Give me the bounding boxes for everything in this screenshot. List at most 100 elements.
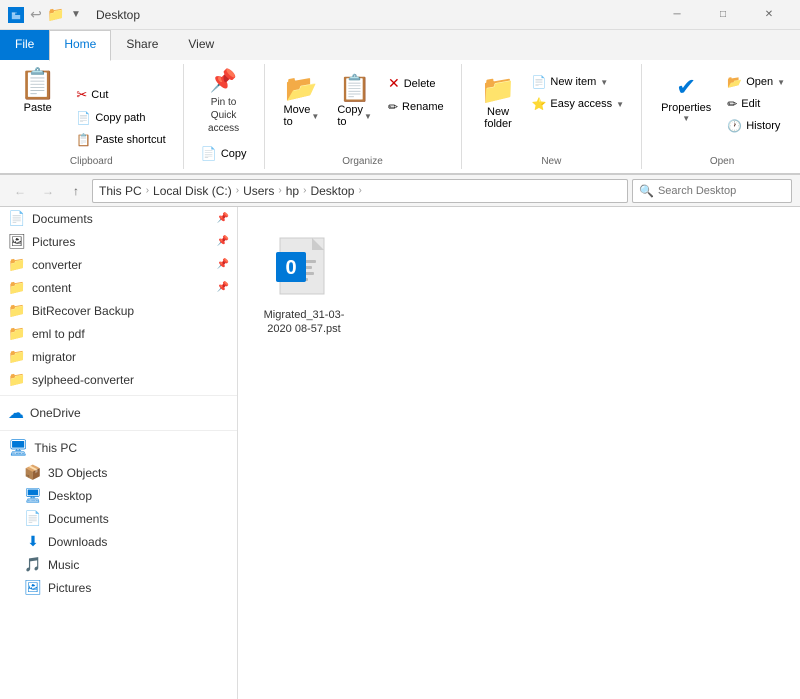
- clipboard-group: 📋 Paste ✂ Cut 📄 Copy path 📋 Paste shortc…: [0, 64, 184, 169]
- copy-icon: 📄: [201, 146, 217, 162]
- sidebar-item-label: This PC: [34, 441, 77, 455]
- copy-to-chevron-icon: ▼: [364, 112, 372, 121]
- window-title: Desktop: [96, 8, 140, 22]
- path-segment-users[interactable]: Users: [243, 184, 274, 198]
- easy-access-button[interactable]: ⭐ Easy access ▼: [526, 94, 629, 114]
- folder-icon: 📁: [8, 256, 26, 273]
- rename-icon: ✏: [388, 100, 398, 114]
- sidebar-item-documents-pinned[interactable]: 📄 Documents 📌: [0, 207, 237, 230]
- sidebar-item-pictures-thispc[interactable]: 🖼 Pictures: [0, 576, 237, 599]
- pin-to-quick-access-button[interactable]: 📌 Pin to Quickaccess: [192, 64, 256, 139]
- pin-indicator-icon: 📌: [217, 213, 229, 224]
- properties-button[interactable]: ✔ Properties ▼: [654, 68, 718, 128]
- sidebar-item-label: Pictures: [48, 581, 229, 595]
- cut-label: Cut: [91, 89, 108, 101]
- close-button[interactable]: ✕: [746, 0, 792, 30]
- tab-share[interactable]: Share: [111, 30, 173, 60]
- folder-icon: 📁: [8, 371, 26, 388]
- forward-button: →: [36, 179, 60, 203]
- dropdown-arrow-icon[interactable]: ▼: [68, 7, 84, 23]
- copy-button[interactable]: 📄 Copy: [196, 143, 252, 165]
- tab-view[interactable]: View: [173, 30, 229, 60]
- pin-icon: 📌: [210, 68, 237, 94]
- sidebar-divider: [0, 395, 237, 396]
- paste-button[interactable]: 📋 Paste: [12, 64, 63, 117]
- sidebar-item-label: Documents: [32, 212, 211, 226]
- content-area: 0 Migrated_31-03-2020 08-57.pst: [238, 207, 800, 699]
- path-segment-hp[interactable]: hp: [286, 184, 299, 198]
- new-folder-button[interactable]: 📁 New folder: [474, 68, 523, 135]
- copy-path-icon: 📄: [76, 111, 91, 125]
- move-to-label: Move to ▼: [284, 104, 320, 128]
- sidebar-item-thispc[interactable]: 🖥 This PC: [0, 435, 237, 461]
- sidebar-item-documents-thispc[interactable]: 📄 Documents: [0, 507, 237, 530]
- open-button[interactable]: 📂 Open ▼: [722, 72, 790, 92]
- up-button[interactable]: ↑: [64, 179, 88, 203]
- 3dobjects-icon: 📦: [24, 464, 42, 481]
- sidebar-item-music[interactable]: 🎵 Music: [0, 553, 237, 576]
- new-group-label: New: [462, 156, 642, 167]
- rename-button[interactable]: ✏ Rename: [383, 97, 449, 117]
- edit-button[interactable]: ✏ Edit: [722, 94, 790, 114]
- open-label: Open: [746, 76, 773, 88]
- path-segment-localdisk[interactable]: Local Disk (C:): [153, 184, 232, 198]
- new-group: 📁 New folder 📄 New item ▼ ⭐ Easy access …: [462, 64, 643, 169]
- sidebar-item-desktop[interactable]: 🖥 Desktop: [0, 484, 237, 507]
- new-item-button[interactable]: 📄 New item ▼: [526, 72, 629, 92]
- sidebar-item-label: 3D Objects: [48, 466, 229, 480]
- sidebar-item-label: Documents: [48, 512, 229, 526]
- copy-path-button[interactable]: 📄 Copy path: [71, 108, 170, 128]
- sidebar-item-label: migrator: [32, 350, 229, 364]
- delete-button[interactable]: ✕ Delete: [383, 72, 449, 95]
- history-button[interactable]: 🕐 History: [722, 116, 790, 136]
- sidebar-item-label: converter: [32, 258, 211, 272]
- file-item-pst[interactable]: 0 Migrated_31-03-2020 08-57.pst: [254, 223, 354, 346]
- copy-to-icon: 📋: [338, 73, 370, 104]
- organize-group: 📂 Move to ▼ 📋 Copy to ▼ ✕: [265, 64, 462, 169]
- sidebar-item-eml-to-pdf[interactable]: 📁 eml to pdf: [0, 322, 237, 345]
- main-area: 📄 Documents 📌 🖼 Pictures 📌 📁 converter 📌…: [0, 207, 800, 699]
- paste-shortcut-button[interactable]: 📋 Paste shortcut: [71, 130, 170, 150]
- address-bar: ← → ↑ This PC › Local Disk (C:) › Users …: [0, 175, 800, 207]
- copy-to-button[interactable]: 📋 Copy to ▼: [330, 68, 379, 133]
- sidebar-item-pictures-pinned[interactable]: 🖼 Pictures 📌: [0, 230, 237, 253]
- easy-access-chevron-icon: ▼: [616, 100, 624, 109]
- tab-file[interactable]: File: [0, 30, 49, 60]
- sidebar-item-downloads[interactable]: ⬇ Downloads: [0, 530, 237, 553]
- clipboard-group-label: Clipboard: [0, 156, 183, 167]
- path-arrow-3: ›: [278, 185, 281, 196]
- cut-button[interactable]: ✂ Cut: [71, 84, 170, 106]
- sidebar-item-label: Music: [48, 558, 229, 572]
- minimize-button[interactable]: ─: [654, 0, 700, 30]
- sidebar-item-label: Pictures: [32, 235, 211, 249]
- music-icon: 🎵: [24, 556, 42, 573]
- search-input[interactable]: [658, 185, 785, 197]
- sidebar-item-label: BitRecover Backup: [32, 304, 229, 318]
- search-box[interactable]: 🔍: [632, 179, 792, 203]
- sidebar-item-3dobjects[interactable]: 📦 3D Objects: [0, 461, 237, 484]
- sidebar-item-bitrecover[interactable]: 📁 BitRecover Backup: [0, 299, 237, 322]
- thispc-icon: 🖥: [8, 438, 28, 458]
- sidebar-item-label: Desktop: [48, 489, 229, 503]
- pictures-icon: 🖼: [24, 579, 42, 596]
- maximize-button[interactable]: □: [700, 0, 746, 30]
- sidebar-item-onedrive[interactable]: ☁ OneDrive: [0, 400, 237, 426]
- path-segment-desktop[interactable]: Desktop: [310, 184, 354, 198]
- new-item-icon: 📄: [531, 75, 546, 89]
- history-label: History: [746, 120, 780, 132]
- address-path[interactable]: This PC › Local Disk (C:) › Users › hp ›…: [92, 179, 628, 203]
- file-name: Migrated_31-03-2020 08-57.pst: [263, 308, 345, 337]
- undo-icon[interactable]: ↩: [28, 7, 44, 23]
- sidebar-item-sylpheed[interactable]: 📁 sylpheed-converter: [0, 368, 237, 391]
- folder-icon: 📁: [8, 348, 26, 365]
- title-bar: ↩ 📁 ▼ Desktop ─ □ ✕: [0, 0, 800, 30]
- sidebar-item-converter[interactable]: 📁 converter 📌: [0, 253, 237, 276]
- path-segment-thispc[interactable]: This PC: [99, 184, 142, 198]
- tab-home[interactable]: Home: [49, 30, 111, 61]
- path-arrow-2: ›: [236, 185, 239, 196]
- window-controls: ─ □ ✕: [654, 0, 792, 30]
- sidebar-item-content[interactable]: 📁 content 📌: [0, 276, 237, 299]
- onedrive-icon: ☁: [8, 403, 24, 423]
- move-to-button[interactable]: 📂 Move to ▼: [277, 68, 327, 133]
- sidebar-item-migrator[interactable]: 📁 migrator: [0, 345, 237, 368]
